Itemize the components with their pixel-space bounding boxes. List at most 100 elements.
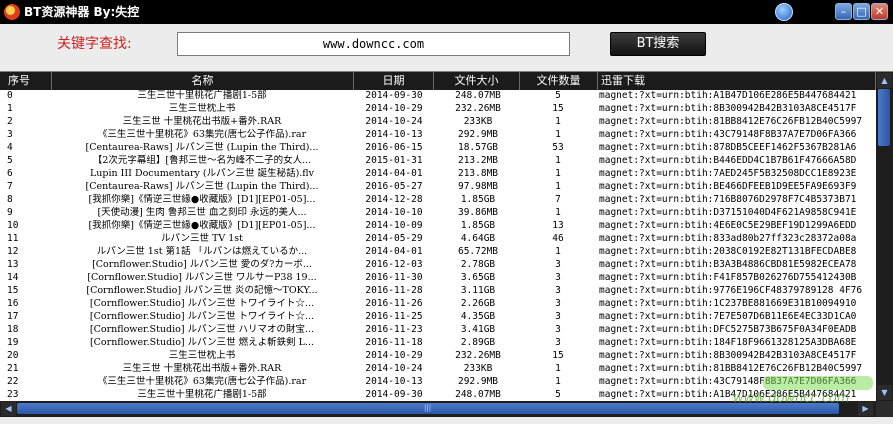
row-magnet-link: magnet:?xt=urn:btih:2038C0192E82T131BFEC… [599,246,857,257]
table-row[interactable]: 23 三生三世十里桃花广播剧1-5部 2014-09-30 248.07MB 5 magn… [0,389,876,401]
close-button[interactable]: ✕ [871,3,888,20]
table-row[interactable]: 14 [Cornflower.Studio] ルパン三世 ワルサーP38 19..… [0,272,876,284]
row-name: ルパン三世 TV 1st [161,233,243,244]
table-row[interactable]: 19 [Cornflower.Studio] ルパン三世 燃えよ斬鉄剣 L... 2… [0,337,876,349]
row-size: 233KB [463,116,493,127]
table-row[interactable]: 7 [Centaurea-Raws] ルパン三世 (Lupin the Third… [0,181,876,193]
column-header-size[interactable]: 文件大小 [434,72,520,90]
row-date: 2014-10-29 [365,350,423,361]
scroll-up-icon[interactable]: ▲ [877,73,892,88]
row-name: [Cornflower.Studio] ルパン三世 トワイライト☆... [89,311,315,322]
table-row[interactable]: 15 [Cornflower.Studio] ルパン三世 炎の記憶～TOKY...… [0,285,876,297]
row-magnet-link: magnet:?xt=urn:btih:A1B47D106E286E5B4476… [599,90,857,101]
row-count: 3 [555,311,561,322]
table-row[interactable]: 21 三生三世 十里桃花出书版+番外.RAR 2014-10-24 233KB 1 mag… [0,363,876,375]
horizontal-scrollbar[interactable]: ◀ ||| ▶ [0,401,876,417]
skin-icon[interactable] [775,3,793,21]
search-input[interactable] [177,32,570,56]
scroll-right-icon[interactable]: ▶ [858,402,873,416]
row-name: [Cornflower.Studio] ルパン三世 トワイライト☆... [89,298,315,309]
row-size: 4.64GB [460,233,496,244]
row-magnet-link: magnet:?xt=urn:btih:833ad80b27ff323c2837… [599,233,857,244]
row-count: 1 [555,129,561,140]
row-magnet-link: magnet:?xt=urn:btih:43C79148F8B37A7E7D06… [599,376,857,387]
row-size: 2.26GB [460,298,496,309]
table-row[interactable]: 9 [天使动漫] 生肉 鲁邦三世 血之刻印 永远的美人... 2014-10-10 3… [0,207,876,219]
row-index: 2 [7,116,13,127]
row-index: 14 [7,272,19,283]
table-row[interactable]: 1 三生三世枕上书 2014-10-29 232.26MB 15 magnet:?xt=u… [0,103,876,115]
row-magnet-link: magnet:?xt=urn:btih:A1B47D106E286E5B4476… [599,389,857,400]
row-size: 4.35GB [460,311,496,322]
table-row[interactable]: 12 ルパン三世 1st 第1話 「ルパンは燃えているか... 2014-04-01… [0,246,876,258]
table-body: 0 三生三世十里桃花广播剧1-5部 2014-09-30 248.07MB 5 magne… [0,90,876,401]
column-header-thunder[interactable]: 迅雷下载 [598,72,876,90]
table-row[interactable]: 16 [Cornflower.Studio] ルパン三世 トワイライト☆... 20… [0,298,876,310]
row-magnet-link: magnet:?xt=urn:btih:716B8076D2978F7C4B53… [599,194,857,205]
row-date: 2014-09-30 [365,389,423,400]
row-magnet-link: magnet:?xt=urn:btih:B446EDD4C1B7B61F4766… [599,155,857,166]
table-row[interactable]: 17 [Cornflower.Studio] ルパン三世 トワイライト☆... 20… [0,311,876,323]
table-row[interactable]: 13 [Cornflower.Studio] ルパン三世 愛のダ?カーポ... 20… [0,259,876,271]
table-row[interactable]: 18 [Cornflower.Studio] ルパン三世 ハリマオの財宝... 20… [0,324,876,336]
row-count: 13 [552,220,564,231]
row-index: 4 [7,142,13,153]
row-magnet-link: magnet:?xt=urn:btih:1C237BE881669E31B100… [599,298,857,309]
row-count: 1 [555,181,561,192]
row-count: 1 [555,376,561,387]
table-row[interactable]: 8 [我抓你樂]《情逆三世緣●收藏版》[D1][EP01-05]... 2014-1… [0,194,876,206]
table-row[interactable]: 6 Lupin III Documentary (ルパン三世 誕生秘話).flv 2… [0,168,876,180]
scroll-left-icon[interactable]: ◀ [1,402,16,416]
row-name: 【2次元字幕组】[鲁邦三世～名为峰不二子的女人... [92,155,312,166]
column-header-name[interactable]: 名称 [52,72,354,90]
row-index: 17 [7,311,19,322]
column-header-index[interactable]: 序号 [0,72,52,90]
scroll-down-icon[interactable]: ▼ [877,385,892,400]
table-row[interactable]: 4 [Centaurea-Raws] ルパン三世 (Lupin the Third… [0,142,876,154]
row-magnet-link: magnet:?xt=urn:btih:D37151040D4F621A9858… [599,207,857,218]
table-row[interactable]: 22 《三生三世十里桃花》63集完(唐七公子作品).rar 2014-10-13 29… [0,376,876,388]
row-index: 11 [7,233,19,244]
row-size: 18.57GB [457,142,499,153]
row-date: 2014-04-01 [365,246,423,257]
scroll-grip-icon: ||| [424,404,432,412]
column-header-count[interactable]: 文件数量 [520,72,598,90]
title-bar[interactable]: BT资源神器 By:失控 – □ ✕ [0,0,893,24]
row-count: 3 [555,298,561,309]
row-index: 15 [7,285,19,296]
bt-search-button[interactable]: BT搜索 [610,32,706,56]
maximize-button[interactable]: □ [853,3,870,20]
column-header-date[interactable]: 日期 [354,72,434,90]
row-count: 1 [555,246,561,257]
row-magnet-link: magnet:?xt=urn:btih:8B300942B42B3103A8CE… [599,350,857,361]
row-index: 10 [7,220,19,231]
table-row[interactable]: 3 《三生三世十里桃花》63集完(唐七公子作品).rar 2014-10-13 292… [0,129,876,141]
table-row[interactable]: 20 三生三世枕上书 2014-10-29 232.26MB 15 magnet:?xt=… [0,350,876,362]
row-date: 2014-10-10 [365,207,423,218]
table-row[interactable]: 11 ルパン三世 TV 1st 2014-05-29 4.64GB 46 magnet:?… [0,233,876,245]
row-name: [我抓你樂]《情逆三世緣●收藏版》[D1][EP01-05]... [88,220,316,231]
table-row[interactable]: 10 [我抓你樂]《情逆三世緣●收藏版》[D1][EP01-05]... 2014-… [0,220,876,232]
vertical-scrollbar[interactable]: ▲ ▼ [876,72,893,401]
row-size: 248.07MB [455,90,501,101]
row-name: 三生三世十里桃花广播剧1-5部 [137,90,267,101]
row-magnet-link: magnet:?xt=urn:btih:7AED245F5B32508DCC1E… [599,168,857,179]
table-row[interactable]: 2 三生三世 十里桃花出书版+番外.RAR 2014-10-24 233KB 1 magn… [0,116,876,128]
row-index: 1 [7,103,13,114]
row-name: Lupin III Documentary (ルパン三世 誕生秘話).flv [89,168,315,179]
row-name: [Cornflower.Studio] ルパン三世 ワルサーP38 19... [87,272,317,283]
table-row[interactable]: 0 三生三世十里桃花广播剧1-5部 2014-09-30 248.07MB 5 magne… [0,90,876,102]
table-row[interactable]: 5 【2次元字幕组】[鲁邦三世～名为峰不二子的女人... 2015-01-31 213… [0,155,876,167]
row-index: 20 [7,350,19,361]
row-name: [Cornflower.Studio] ルパン三世 燃えよ斬鉄剣 L... [89,337,315,348]
row-index: 9 [7,207,13,218]
vertical-scroll-thumb[interactable] [878,89,890,146]
row-size: 3.65GB [460,272,496,283]
row-date: 2016-12-03 [365,259,423,270]
row-magnet-link: magnet:?xt=urn:btih:7E7E507D6B11E6E4EC33… [599,311,857,322]
row-date: 2014-10-29 [365,103,423,114]
row-name: [Centaurea-Raws] ルパン三世 (Lupin the Third)… [85,181,319,192]
minimize-button[interactable]: – [835,3,852,20]
row-name: 三生三世十里桃花广播剧1-5部 [137,389,267,400]
results-table[interactable]: 序号 名称 日期 文件大小 文件数量 迅雷下载 0 三生三世十里桃花广播剧1-5部… [0,71,893,417]
